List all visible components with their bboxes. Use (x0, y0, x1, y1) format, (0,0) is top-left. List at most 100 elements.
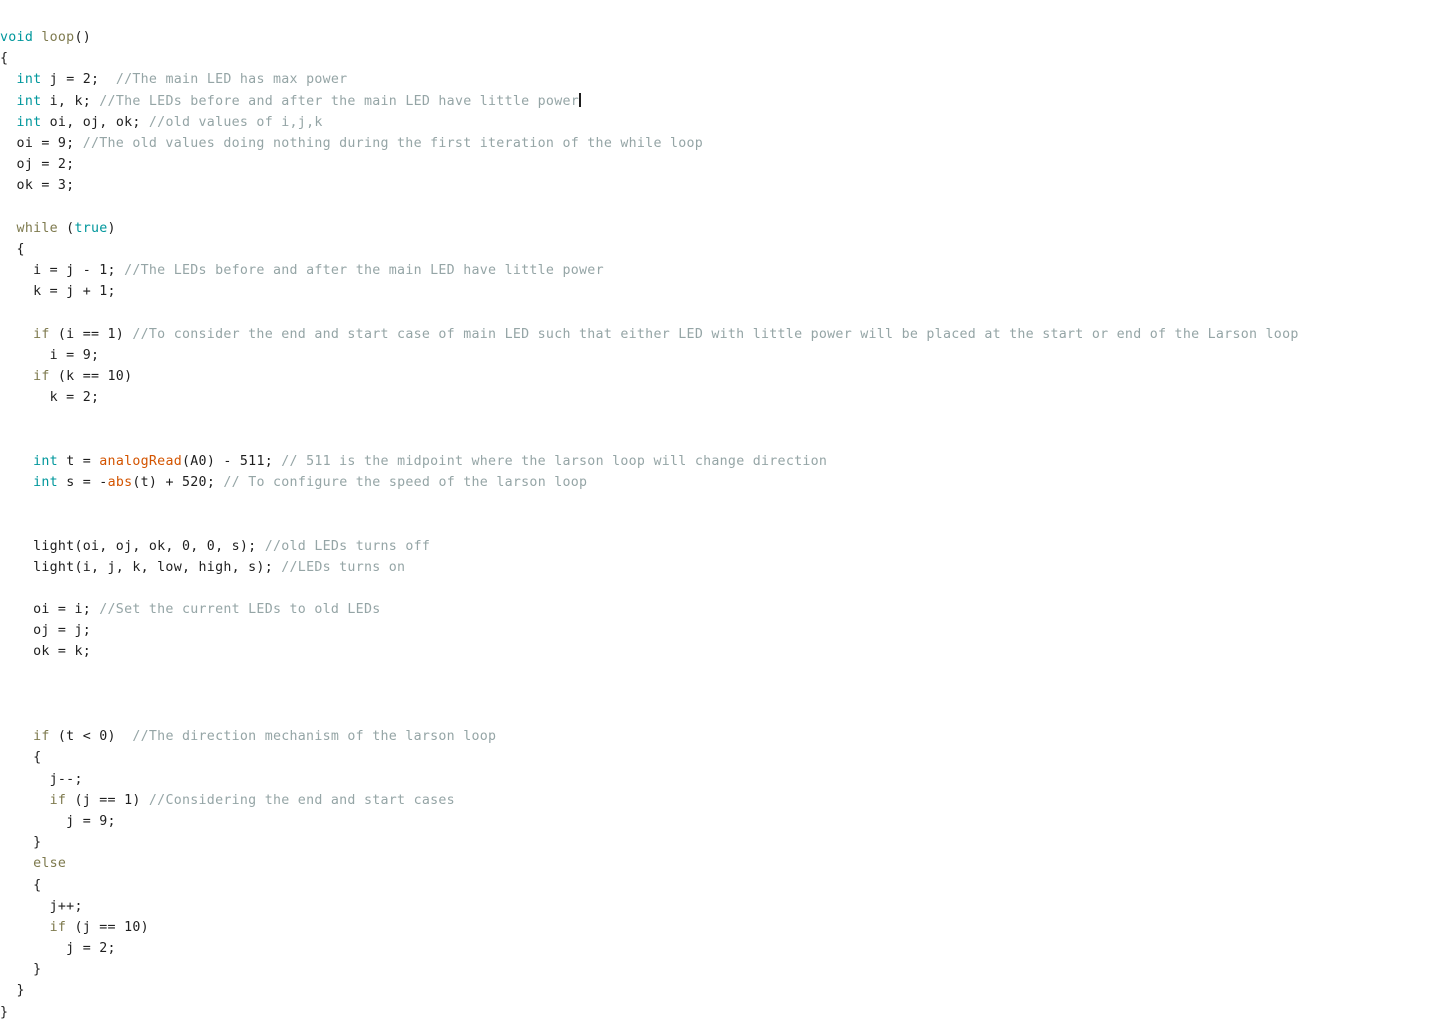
code-line-42[interactable]: j++; (0, 896, 1432, 917)
brace-close-if: } (33, 835, 42, 851)
code-line-37[interactable]: if (j == 1) //Considering the end and st… (0, 790, 1432, 811)
code-line-33-blank[interactable] (0, 705, 1432, 726)
assignment-k-2: k = 2; (49, 390, 100, 406)
code-line-1[interactable]: void loop() (0, 27, 1432, 48)
keyword-int: int (16, 114, 42, 130)
code-line-19-blank[interactable] (0, 408, 1432, 429)
code-line-16[interactable]: i = 9; (0, 345, 1432, 366)
comment: //Considering the end and start cases (148, 792, 455, 808)
keyword-else: else (33, 856, 67, 872)
keyword-int: int (33, 453, 58, 469)
code-line-7[interactable]: oj = 2; (0, 154, 1432, 175)
code-line-38[interactable]: j = 9; (0, 811, 1432, 832)
code-line-34[interactable]: if (t < 0) //The direction mechanism of … (0, 726, 1432, 747)
code-line-40[interactable]: else (0, 853, 1432, 874)
comment: //To consider the end and start case of … (132, 326, 1299, 342)
code-line-20-blank[interactable] (0, 430, 1432, 451)
keyword-if: if (33, 729, 50, 745)
code-line-3[interactable]: int j = 2; //The main LED has max power (0, 69, 1432, 90)
code-editor-surface[interactable]: void loop() { int j = 2; //The main LED … (0, 0, 1432, 1020)
call-light-on: light(i, j, k, low, high, s); (33, 559, 282, 575)
condition-j-eq-1: (j == 1) (66, 792, 149, 808)
punctuation-parens: () (74, 30, 91, 45)
code-line-47[interactable]: } (0, 1002, 1432, 1023)
paren-open: ( (57, 220, 75, 236)
code-line-29[interactable]: oj = j; (0, 620, 1432, 641)
code-line-44[interactable]: j = 2; (0, 938, 1432, 959)
increment-j: j++; (49, 898, 83, 914)
code-line-32-blank[interactable] (0, 684, 1432, 705)
keyword-if: if (33, 369, 50, 384)
paren-close: ) (107, 220, 116, 236)
code-line-23-blank[interactable] (0, 493, 1432, 514)
comment: //LEDs turns on (281, 559, 406, 575)
code-line-39[interactable]: } (0, 832, 1432, 853)
code-line-6[interactable]: oi = 9; //The old values doing nothing d… (0, 133, 1432, 154)
code-line-4[interactable]: int i, k; //The LEDs before and after th… (0, 91, 1432, 112)
keyword-while: while (16, 220, 58, 236)
decrement-j: j--; (49, 771, 83, 787)
code-line-46[interactable]: } (0, 980, 1432, 1001)
code-line-36[interactable]: j--; (0, 769, 1432, 790)
code-line-12[interactable]: i = j - 1; //The LEDs before and after t… (0, 260, 1432, 281)
comment: // To configure the speed of the larson … (223, 474, 588, 490)
comment: //The LEDs before and after the main LED… (124, 263, 604, 279)
code-line-5[interactable]: int oi, oj, ok; //old values of i,j,k (0, 112, 1432, 133)
code-line-17[interactable]: if (k == 10) (0, 366, 1432, 387)
code-line-2[interactable]: { (0, 48, 1432, 69)
code-line-43[interactable]: if (j == 10) (0, 917, 1432, 938)
code-line-14-blank[interactable] (0, 302, 1432, 323)
assignment-oj: oj = 2; (16, 157, 75, 173)
assignment-k: k = j + 1; (33, 284, 116, 300)
code-line-35[interactable]: { (0, 747, 1432, 768)
declaration-j: j = 2; (41, 72, 116, 88)
code-line-25[interactable]: light(oi, oj, ok, 0, 0, s); //old LEDs t… (0, 536, 1432, 557)
assignment-oj-j: oj = j; (33, 623, 91, 639)
code-line-8[interactable]: ok = 3; (0, 175, 1432, 196)
keyword-if: if (49, 792, 67, 808)
code-line-30[interactable]: ok = k; (0, 641, 1432, 662)
code-line-13[interactable]: k = j + 1; (0, 281, 1432, 302)
declaration-i-k: i, k; (41, 93, 100, 109)
code-line-45[interactable]: } (0, 959, 1432, 980)
code-line-11[interactable]: { (0, 239, 1432, 260)
code-line-27-blank[interactable] (0, 578, 1432, 599)
code-line-41[interactable]: { (0, 875, 1432, 896)
assignment-oi: oi = 9; (16, 135, 83, 151)
comment: //The direction mechanism of the larson … (132, 729, 497, 745)
code-line-9-blank[interactable] (0, 197, 1432, 218)
code-line-31-blank[interactable] (0, 663, 1432, 684)
code-line-26[interactable]: light(i, j, k, low, high, s); //LEDs tur… (0, 557, 1432, 578)
code-line-24-blank[interactable] (0, 514, 1432, 535)
code-line-21[interactable]: int t = analogRead(A0) - 511; // 511 is … (0, 451, 1432, 472)
code-lines-container[interactable]: void loop() { int j = 2; //The main LED … (0, 27, 1432, 1023)
assignment-oi-i: oi = i; (33, 602, 100, 618)
code-line-15[interactable]: if (i == 1) //To consider the end and st… (0, 324, 1432, 345)
function-name-loop: loop (33, 30, 75, 45)
code-line-28[interactable]: oi = i; //Set the current LEDs to old LE… (0, 599, 1432, 620)
code-line-22[interactable]: int s = -abs(t) + 520; // To configure t… (0, 472, 1432, 493)
code-line-18[interactable]: k = 2; (0, 387, 1432, 408)
brace-open-loop: { (0, 51, 9, 67)
builtin-abs: abs (107, 474, 133, 490)
code-line-10[interactable]: while (true) (0, 218, 1432, 239)
